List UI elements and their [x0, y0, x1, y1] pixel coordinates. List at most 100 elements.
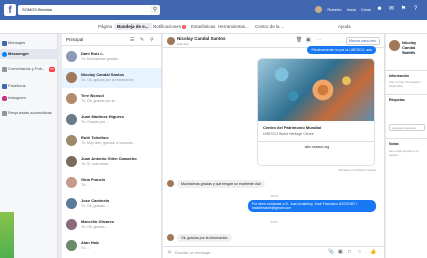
conversation-name: Tere Bonsol	[81, 93, 104, 98]
tab-tools[interactable]: Herramientas...	[215, 23, 252, 30]
tab-help[interactable]: Ayuda	[335, 23, 354, 30]
sidebar-item-messenger[interactable]: Messenger	[0, 49, 58, 59]
tab-insights[interactable]: Estadísticas	[188, 23, 218, 30]
list-item[interactable]: Ruth Toledhue Tú: Muy bien, gracias, a vo…	[62, 131, 161, 151]
sidebar-item-automation[interactable]: Respuestas automáticas	[0, 108, 58, 122]
inbox-icon	[2, 40, 7, 46]
conversation-name: Nicolay Candal Santos	[81, 72, 125, 77]
avatar	[167, 180, 174, 187]
link-preview-image	[258, 59, 374, 121]
list-item[interactable]: Jose Caminelo Tú: Ok, gracias ...	[62, 194, 161, 214]
info-section-title: Información	[389, 74, 410, 78]
page-tabs: Página Bandeja de e... Notificaciones 1 E…	[0, 20, 427, 34]
divider	[386, 70, 427, 71]
list-item[interactable]: Nicolay Candal Santos Tú: Ok, gracias por…	[62, 68, 161, 88]
sidebar-item-comments[interactable]: Comentarios y Pub... 35	[0, 64, 58, 78]
conversation-name: Alan Halz	[81, 240, 100, 245]
home-link[interactable]: Inicio	[347, 7, 356, 12]
sidebar-item-label: Facebook	[8, 83, 26, 88]
conversation-name: Gina Francis	[81, 177, 106, 182]
sidebar-item-label: Messenger	[8, 51, 29, 56]
conversation-snippet: Tú: Si, solo hasta ...	[81, 162, 112, 166]
messenger-icon	[2, 51, 7, 57]
view-profile-link[interactable]: Ver perfil	[402, 50, 414, 54]
list-item[interactable]: Gina Francis Tú: ...	[62, 173, 161, 193]
sidebar-item-instagram[interactable]: Instagram	[0, 93, 58, 103]
tags-section-title: Etiquetas	[389, 98, 405, 102]
mark-done-button[interactable]: Marcar como hec.	[345, 37, 380, 45]
message-incoming: Muchísimas gracias y que tengan un excel…	[177, 180, 265, 188]
sidebar-item-inbox[interactable]: Mensajes	[0, 38, 58, 48]
gif-icon[interactable]: □	[348, 249, 351, 255]
conversation-snippet: Tú: Muchísimas gracias...	[81, 57, 121, 61]
messages-icon[interactable]: ✉	[388, 6, 395, 13]
comment-icon	[2, 66, 7, 72]
list-item[interactable]: Juan Antonio Gilen Camacho Tú: Si, solo h…	[62, 152, 161, 172]
sidebar-item-facebook[interactable]: Facebook	[0, 81, 58, 91]
user-name-link[interactable]: Roberto	[327, 7, 341, 12]
conversation-list: Principal ☰ ✎ ⚲ Dani Ruiz L. Tú: Muchísim…	[62, 34, 162, 258]
link-preview-url[interactable]: whc.unesco.org	[258, 141, 374, 151]
avatar[interactable]	[167, 37, 175, 45]
list-item[interactable]: Juan Martínez Higuero Tú: Gracias por ...	[62, 110, 161, 130]
search-input[interactable]: SOMOS Bérdala	[18, 5, 158, 15]
top-bar: f SOMOS Bérdala ⚲ Roberto Inicio Crear ☻…	[0, 0, 427, 20]
avatar[interactable]	[315, 6, 323, 13]
tab-inbox[interactable]: Bandeja de e...	[114, 23, 152, 30]
list-item[interactable]: Dani Ruiz L. Tú: Muchísimas gracias...	[62, 47, 161, 67]
tags-input[interactable]: Agregar etiquetas	[389, 124, 425, 131]
tab-notifications[interactable]: Notificaciones 1	[150, 23, 189, 30]
help-icon[interactable]: ?	[412, 6, 419, 13]
comment-count-badge: 35	[48, 66, 55, 72]
tab-center[interactable]: Centro de la ...	[252, 23, 288, 30]
notes-text: Las notas ayudan a tu equipo...	[389, 149, 419, 157]
message-incoming: Ok, gracias por la información	[177, 234, 232, 242]
conversation-name: Juan Antonio Gilen Camacho	[81, 156, 137, 161]
conversation-name: Jose Caminelo	[81, 198, 110, 203]
facebook-logo[interactable]: f	[4, 4, 16, 16]
compose-icon[interactable]: ✎	[140, 37, 144, 43]
like-icon[interactable]: 👍	[370, 249, 376, 255]
facebook-icon	[2, 83, 7, 89]
conversation-name: Marcello Olivares	[81, 219, 115, 224]
filter-icon[interactable]: ☰	[130, 37, 134, 43]
trash-icon[interactable]: 🗑	[296, 37, 302, 43]
top-right-menu: Roberto Inicio Crear ☻ ✉ ⚑ ?	[315, 6, 419, 13]
timestamp: 15:34	[270, 194, 278, 198]
list-item[interactable]: Marcello Olivares Tú: Ok, gracias ...	[62, 215, 161, 235]
list-filter-dropdown[interactable]: Principal	[66, 37, 83, 42]
conversation-snippet: Tú: Ok, gracias por la ...	[81, 99, 119, 103]
chat-panel: Nicolay Candal Santos Etiquetar 🗑 ▣ ⋯ Ma…	[163, 34, 385, 258]
link-preview-title: Centro del Patrimonio Mundial	[263, 125, 322, 130]
create-link[interactable]: Crear	[361, 7, 371, 12]
contact-name[interactable]: Nicolay Candal Santos	[177, 36, 226, 41]
conversation-snippet: Tú: Ok, gracias ...	[81, 204, 109, 208]
search-icon[interactable]: ⚲	[150, 37, 154, 43]
decorative-shape	[0, 212, 14, 258]
list-item[interactable]: Tere Bonsol Tú: Ok, gracias por la ...	[62, 89, 161, 109]
search-icon[interactable]: ⚲	[150, 5, 160, 15]
sent-by-label: Enviado por Roberto Aloaya	[338, 168, 376, 172]
notes-section-title: Notas	[389, 142, 399, 146]
more-icon[interactable]: ⋯	[316, 37, 321, 43]
add-label-link[interactable]: Etiquetar	[177, 42, 189, 46]
avatar	[167, 234, 174, 241]
list-item[interactable]: Alan Halz Tú: ...	[62, 236, 161, 256]
instagram-icon	[2, 95, 7, 101]
archive-icon[interactable]: ▣	[306, 37, 311, 43]
avatar	[66, 72, 77, 83]
friends-icon[interactable]: ☻	[376, 6, 383, 13]
emoji-icon[interactable]: ☺	[167, 249, 172, 255]
avatar	[66, 114, 77, 125]
sidebar-item-label: Mensajes	[8, 40, 26, 45]
image-icon[interactable]: ▣	[338, 249, 343, 255]
notifications-icon[interactable]: ⚑	[400, 6, 407, 13]
link-preview-subtitle: UNESCO World Heritage Centre	[263, 132, 314, 136]
attachment-icon[interactable]: 📎	[328, 249, 334, 255]
message-input[interactable]: Escribe un mensaje...	[175, 250, 213, 255]
tab-page[interactable]: Página	[95, 23, 115, 30]
divider	[386, 138, 427, 139]
sticker-icon[interactable]: ○	[358, 249, 361, 255]
avatar	[389, 40, 400, 51]
link-preview-card[interactable]: Centro del Patrimonio Mundial UNESCO Wor…	[257, 58, 375, 166]
